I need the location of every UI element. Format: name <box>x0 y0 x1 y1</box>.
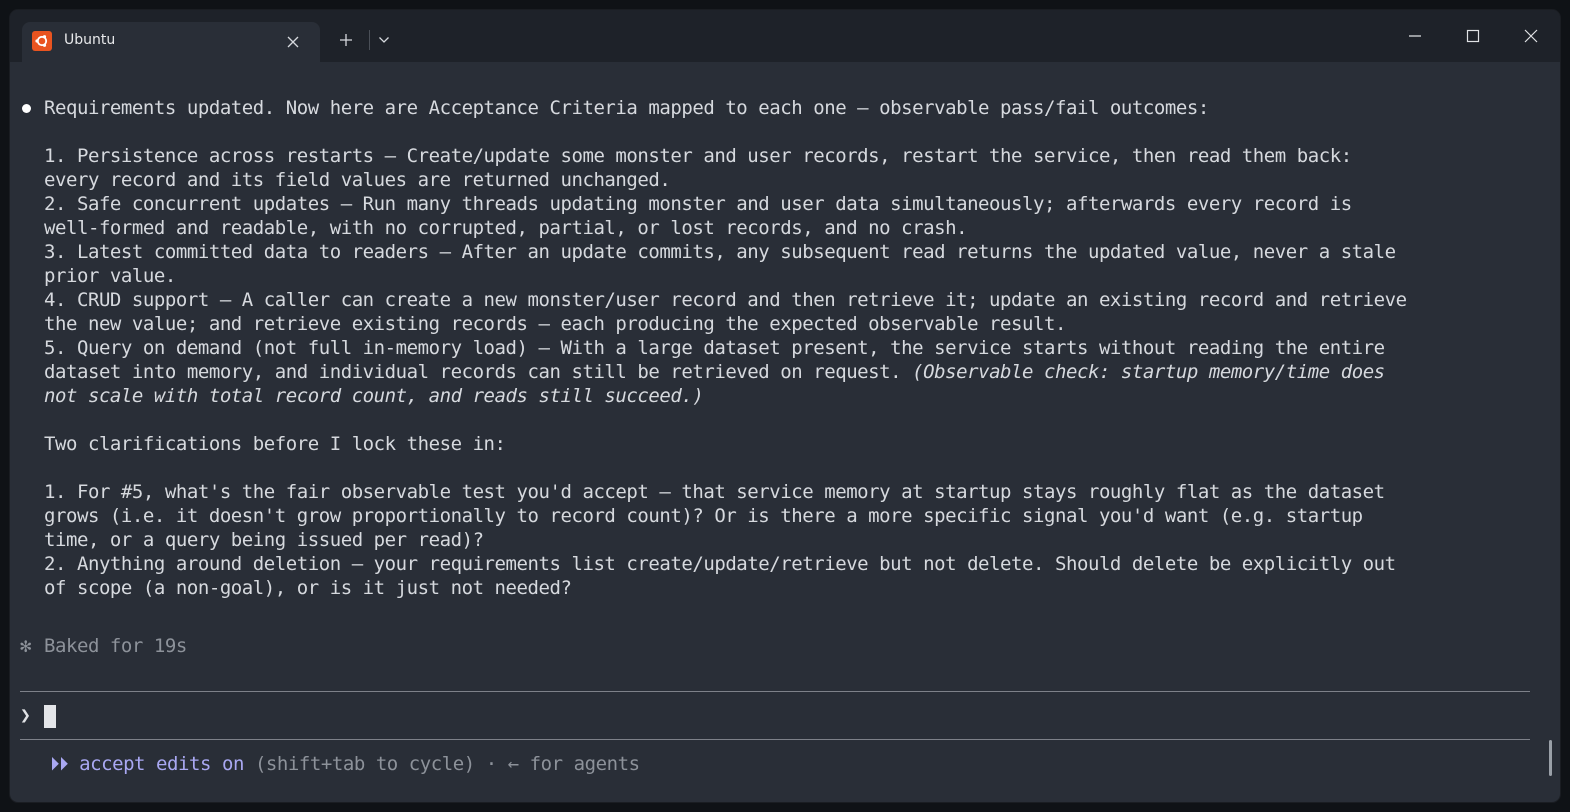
maximize-icon[interactable] <box>1450 18 1496 54</box>
output-line: Two clarifications before I lock these i… <box>44 433 506 455</box>
prompt-divider-bottom <box>20 739 1530 740</box>
fast-forward-icon: ⏵⏵ <box>50 753 69 775</box>
output-line: 4. CRUD support — A caller can create a … <box>44 289 1407 311</box>
output-line: time, or a query being issued per read)? <box>44 529 484 551</box>
output-line: 3. Latest committed data to readers — Af… <box>44 241 1396 263</box>
input-cursor[interactable] <box>44 705 56 728</box>
chevron-down-icon[interactable] <box>372 28 396 52</box>
output-line: 1. Persistence across restarts — Create/… <box>44 145 1352 167</box>
observable-check-note-cont: not scale with total record count, and r… <box>44 385 704 407</box>
output-line: every record and its field values are re… <box>44 169 671 191</box>
accept-edits-label: accept edits on <box>79 753 244 775</box>
ubuntu-logo-icon <box>32 31 52 51</box>
output-line: dataset into memory, and individual reco… <box>44 360 1385 384</box>
output-line: grows (i.e. it doesn't grow proportional… <box>44 505 1363 527</box>
output-line: Requirements updated. Now here are Accep… <box>44 97 1209 119</box>
tab-ubuntu[interactable]: Ubuntu <box>22 22 320 62</box>
output-line: the new value; and retrieve existing rec… <box>44 313 1066 335</box>
observable-check-note: (Observable check: startup memory/time d… <box>912 361 1385 383</box>
output-line: 5. Query on demand (not full in-memory l… <box>44 337 1385 359</box>
title-bar: Ubuntu <box>10 10 1560 62</box>
prompt-divider-top <box>20 691 1530 692</box>
output-text: dataset into memory, and individual reco… <box>44 361 913 383</box>
output-line: well-formed and readable, with no corrup… <box>44 217 968 239</box>
tab-close-icon[interactable] <box>282 31 304 53</box>
scrollbar[interactable] <box>1549 740 1552 776</box>
message-bullet <box>22 104 31 113</box>
mode-status-line[interactable]: ⏵⏵ accept edits on (shift+tab to cycle) … <box>50 752 640 776</box>
prompt-chevron-icon: ❯ <box>20 705 31 726</box>
terminal-output[interactable]: Requirements updated. Now here are Accep… <box>10 62 1560 802</box>
spinner-glyph-icon: ✻ <box>20 635 32 657</box>
output-line: prior value. <box>44 265 176 287</box>
output-line: 2. Safe concurrent updates — Run many th… <box>44 193 1352 215</box>
tab-separator <box>369 30 370 50</box>
output-line: 2. Anything around deletion — your requi… <box>44 553 1396 575</box>
output-line: 1. For #5, what's the fair observable te… <box>44 481 1385 503</box>
output-line: of scope (a non-goal), or is it just not… <box>44 577 572 599</box>
minimize-icon[interactable] <box>1392 18 1438 54</box>
tab-title: Ubuntu <box>64 32 116 48</box>
status-text: Baked for 19s <box>44 635 187 657</box>
mode-hint: (shift+tab to cycle) · ← for agents <box>243 753 640 775</box>
terminal-window: Ubuntu Requirements updated. Now here ar… <box>10 10 1560 802</box>
close-window-icon[interactable] <box>1508 18 1554 54</box>
new-tab-plus-icon[interactable] <box>332 28 360 52</box>
